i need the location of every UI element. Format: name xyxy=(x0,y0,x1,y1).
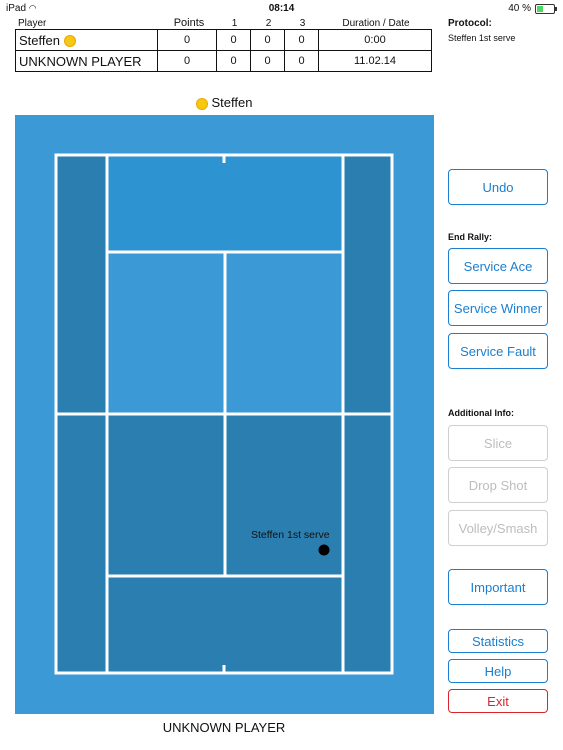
header-points: Points xyxy=(173,17,205,29)
service-winner-button[interactable]: Service Winner xyxy=(448,290,548,326)
points-cell: 0 xyxy=(157,29,217,51)
set-cell: 0 xyxy=(216,50,251,72)
court-lines xyxy=(54,153,394,675)
service-ace-button[interactable]: Service Ace xyxy=(448,248,548,284)
header-duration: Duration / Date xyxy=(342,18,410,29)
ball-marker xyxy=(318,544,330,556)
drop-shot-button[interactable]: Drop Shot xyxy=(448,467,548,503)
tennis-court[interactable]: Steffen 1st serve xyxy=(15,115,434,714)
slice-button[interactable]: Slice xyxy=(448,425,548,461)
points-cell: 0 xyxy=(157,50,217,72)
set-cell: 0 xyxy=(284,29,319,51)
end-rally-title: End Rally: xyxy=(448,232,493,242)
header-set-1: 1 xyxy=(231,18,238,29)
score-table: Steffen 0 0 0 0 0:00 UNKNOWN PLAYER 0 0 … xyxy=(15,29,432,72)
header-set-2: 2 xyxy=(265,18,272,29)
table-row: UNKNOWN PLAYER 0 0 0 0 11.02.14 xyxy=(15,50,432,72)
statistics-button[interactable]: Statistics xyxy=(448,629,548,653)
bottom-player-label: UNKNOWN PLAYER xyxy=(162,720,286,735)
table-row: Steffen 0 0 0 0 0:00 xyxy=(15,29,432,51)
set-cell: 0 xyxy=(250,50,285,72)
service-fault-button[interactable]: Service Fault xyxy=(448,333,548,369)
set-cell: 0 xyxy=(284,50,319,72)
player-name: Steffen xyxy=(15,29,158,51)
battery-icon xyxy=(535,3,557,14)
ball-label: Steffen 1st serve xyxy=(251,529,330,541)
undo-button[interactable]: Undo xyxy=(448,169,548,205)
exit-button[interactable]: Exit xyxy=(448,689,548,713)
far-backcourt xyxy=(107,155,343,252)
header-player: Player xyxy=(18,18,47,29)
date-cell: 11.02.14 xyxy=(318,50,432,72)
player-name: UNKNOWN PLAYER xyxy=(15,50,158,72)
top-player-label: Steffen xyxy=(0,95,448,110)
battery-status: 40 % xyxy=(508,3,557,14)
help-button[interactable]: Help xyxy=(448,659,548,683)
set-cell: 0 xyxy=(216,29,251,51)
important-button[interactable]: Important xyxy=(448,569,548,605)
protocol-title: Protocol: xyxy=(448,18,492,29)
near-backcourt xyxy=(107,576,343,673)
set-cell: 0 xyxy=(250,29,285,51)
duration-cell: 0:00 xyxy=(318,29,432,51)
tennis-ball-icon xyxy=(195,97,208,110)
protocol-entry: Steffen 1st serve xyxy=(448,33,516,43)
tennis-ball-icon xyxy=(63,35,76,48)
volley-smash-button[interactable]: Volley/Smash xyxy=(448,510,548,546)
clock: 08:14 xyxy=(268,3,295,14)
additional-info-title: Additional Info: xyxy=(448,408,514,418)
header-set-3: 3 xyxy=(299,18,306,29)
